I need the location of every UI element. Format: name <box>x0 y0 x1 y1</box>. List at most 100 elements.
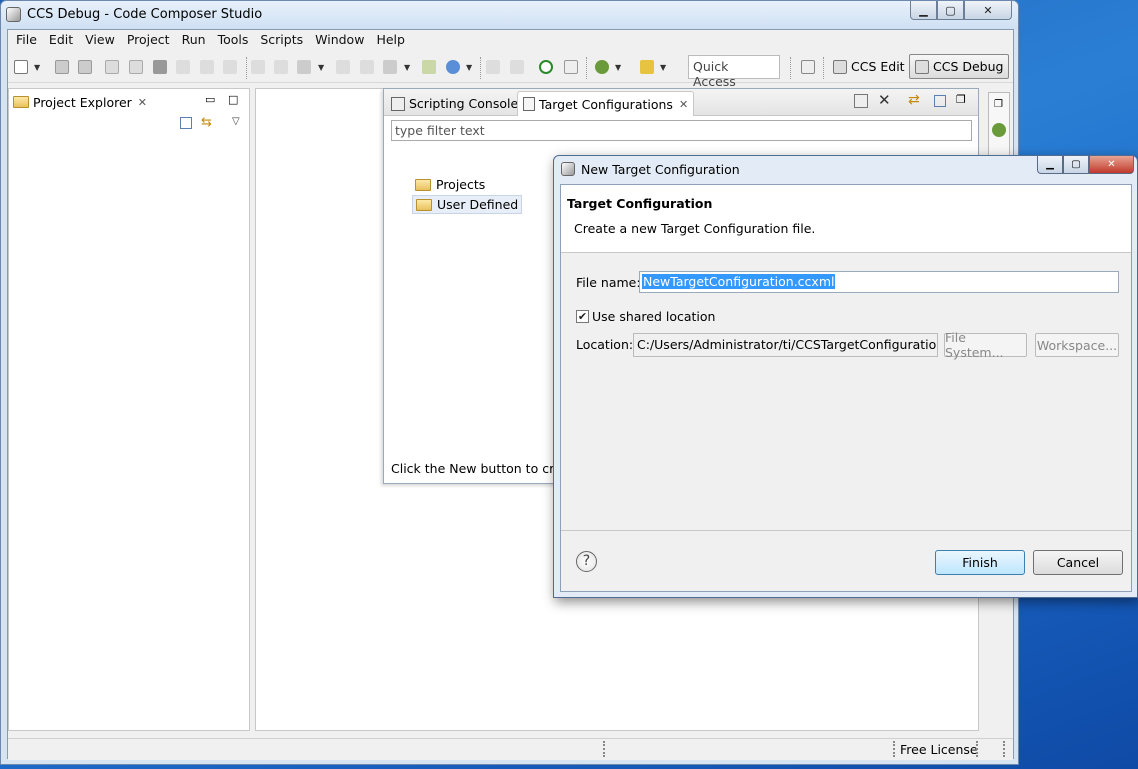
run-pin-icon[interactable] <box>640 60 654 74</box>
workspace-button[interactable]: Workspace... <box>1035 333 1119 357</box>
project-explorer-panel: Project Explorer ✕ ▭ □ ⇆ ▽ <box>8 88 250 731</box>
cancel-button[interactable]: Cancel <box>1033 550 1123 575</box>
menu-help[interactable]: Help <box>370 30 411 50</box>
tab-scripting-console-label: Scripting Console <box>409 96 519 111</box>
debug-view-icon[interactable] <box>992 123 1006 137</box>
use-shared-location-label[interactable]: Use shared location <box>592 309 715 324</box>
tab-scripting-console[interactable]: Scripting Console <box>386 91 523 116</box>
menu-scripts[interactable]: Scripts <box>254 30 309 50</box>
assembly-step-over-icon[interactable] <box>510 60 524 74</box>
menu-view[interactable]: View <box>79 30 121 50</box>
assembly-step-into-icon[interactable] <box>486 60 500 74</box>
terminate-icon[interactable] <box>153 60 167 74</box>
perspective-ccs-debug-button[interactable]: CCS Debug <box>909 54 1010 79</box>
close-button[interactable]: ✕ <box>964 1 1012 20</box>
tree-item-user-defined[interactable]: User Defined <box>412 195 523 214</box>
debug-launch-icon[interactable] <box>446 60 460 74</box>
dialog-body: Target Configuration Create a new Target… <box>560 184 1132 592</box>
debug-bug-icon[interactable] <box>595 60 609 74</box>
main-toolbar: ▼ ▼ ▼ ▼ ▼ ▼ Quick Access CCS Edit CCS De… <box>8 51 1013 89</box>
file-name-label: File name: <box>576 275 641 290</box>
close-icon[interactable]: ✕ <box>138 96 147 109</box>
step-into-icon[interactable] <box>176 60 190 74</box>
perspective-ccs-edit-button[interactable]: CCS Edit <box>828 54 910 79</box>
memory-icon[interactable] <box>297 60 311 74</box>
dialog-close-button[interactable]: ✕ <box>1089 156 1134 174</box>
dialog-footer-divider <box>561 530 1131 531</box>
link-icon[interactable]: ⇄ <box>908 92 920 108</box>
menu-run[interactable]: Run <box>176 30 212 50</box>
menu-file[interactable]: File <box>10 30 43 50</box>
run-pin-dropdown-icon[interactable]: ▼ <box>660 63 666 72</box>
resume-icon[interactable] <box>105 60 119 74</box>
link-with-editor-icon[interactable]: ⇆ <box>201 115 212 130</box>
connect-icon[interactable] <box>251 60 265 74</box>
help-icon[interactable]: ? <box>576 551 597 572</box>
delete-icon[interactable]: ✕ <box>878 91 891 109</box>
menu-window[interactable]: Window <box>309 30 370 50</box>
ccs-edit-icon <box>833 59 847 74</box>
menu-edit[interactable]: Edit <box>43 30 79 50</box>
memory-dropdown-icon[interactable]: ▼ <box>318 63 324 72</box>
tab-target-configurations-label: Target Configurations <box>539 96 673 112</box>
view-menu-icon[interactable]: ▽ <box>232 116 240 127</box>
no-symbol-icon[interactable] <box>539 60 553 74</box>
dialog-minimize-button[interactable]: ▁ <box>1037 156 1063 174</box>
filter-input[interactable]: type filter text <box>391 120 972 141</box>
save-all-icon[interactable] <box>78 60 92 74</box>
dialog-header-title: Target Configuration <box>567 196 713 211</box>
debug-launch-dropdown-icon[interactable]: ▼ <box>466 63 472 72</box>
tree-item-projects[interactable]: Projects <box>412 175 488 194</box>
file-name-input[interactable]: NewTargetConfiguration.ccxml <box>639 271 1119 293</box>
maximize-button[interactable]: ▢ <box>937 1 964 20</box>
folder-icon <box>415 178 431 191</box>
remove-breakpoint-icon[interactable] <box>360 60 374 74</box>
new-icon[interactable] <box>14 60 28 74</box>
view-icon[interactable] <box>564 60 578 74</box>
toolbar-separator <box>823 57 824 79</box>
dialog-maximize-button[interactable]: ▢ <box>1063 156 1089 174</box>
new-target-config-icon[interactable] <box>854 94 868 108</box>
file-name-value: NewTargetConfiguration.ccxml <box>642 274 836 289</box>
reset-icon[interactable] <box>422 60 436 74</box>
instruction-step-icon[interactable] <box>383 60 397 74</box>
restore-view-icon[interactable]: ❐ <box>956 93 966 106</box>
toolbar-separator <box>790 57 791 79</box>
menu-bar: File Edit View Project Run Tools Scripts… <box>8 30 1013 50</box>
file-system-button[interactable]: File System... <box>944 330 1027 360</box>
menu-tools[interactable]: Tools <box>212 30 255 50</box>
tab-project-explorer[interactable]: Project Explorer ✕ <box>13 91 147 113</box>
close-icon[interactable]: ✕ <box>679 98 688 111</box>
load-program-icon[interactable] <box>274 60 288 74</box>
project-explorer-icon <box>13 96 29 108</box>
breakpoint-icon[interactable] <box>336 60 350 74</box>
minimize-button[interactable]: ▁ <box>910 1 937 20</box>
quick-access-input[interactable]: Quick Access <box>688 55 780 89</box>
finish-button[interactable]: Finish <box>935 550 1025 575</box>
save-icon[interactable] <box>55 60 69 74</box>
maximize-view-icon[interactable]: □ <box>228 93 238 106</box>
license-status[interactable]: Free License <box>900 742 978 757</box>
collapse-all-icon[interactable] <box>934 95 946 107</box>
title-bar[interactable]: CCS Debug - Code Composer Studio ▁ ▢ ✕ <box>1 1 1018 29</box>
minimize-view-icon[interactable]: ▭ <box>205 93 215 106</box>
step-over-icon[interactable] <box>200 60 214 74</box>
use-shared-location-checkbox[interactable]: ✔ <box>576 310 589 323</box>
scripting-console-icon <box>391 96 405 111</box>
toolbar-separator <box>480 57 481 79</box>
step-return-icon[interactable] <box>223 60 237 74</box>
collapse-all-icon[interactable] <box>180 117 192 129</box>
restore-icon[interactable]: ❐ <box>994 99 1003 110</box>
open-perspective-icon[interactable] <box>801 60 815 74</box>
dialog-header-description: Create a new Target Configuration file. <box>574 221 816 236</box>
debug-bug-dropdown-icon[interactable]: ▼ <box>615 63 621 72</box>
menu-project[interactable]: Project <box>121 30 176 50</box>
new-dropdown-icon[interactable]: ▼ <box>34 63 40 72</box>
dialog-window-controls: ▁ ▢ ✕ <box>1037 156 1134 174</box>
suspend-icon[interactable] <box>129 60 143 74</box>
status-separator <box>893 741 895 757</box>
instruction-dropdown-icon[interactable]: ▼ <box>404 63 410 72</box>
target-configurations-icon <box>523 97 535 111</box>
tab-target-configurations[interactable]: Target Configurations ✕ <box>517 91 695 116</box>
dialog-title-bar[interactable]: New Target Configuration ▁ ▢ ✕ <box>554 156 1137 183</box>
